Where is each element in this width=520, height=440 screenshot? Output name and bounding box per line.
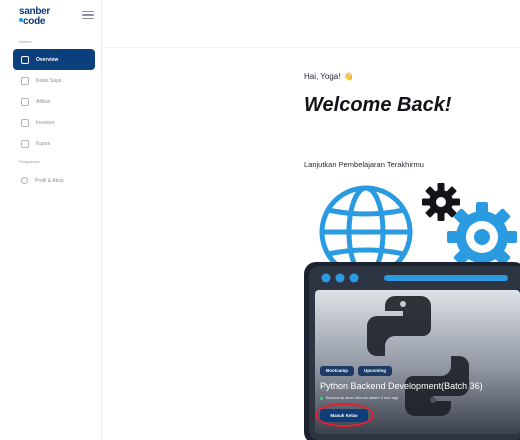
- sidebar-item-overview[interactable]: Overview: [13, 49, 95, 70]
- sidebar-item-profil-akun[interactable]: Profil & Akun: [13, 170, 95, 191]
- continue-learning-heading: Lanjutkan Pembelajaran Terakhirmu: [304, 160, 424, 169]
- sidebar-item-label: Kelas Saya: [36, 77, 62, 84]
- sidebar-item-label: Invoices: [36, 119, 55, 126]
- course-title: Python Backend Development(Batch 36): [320, 381, 483, 391]
- status-dot-icon: [320, 396, 323, 400]
- course-card[interactable]: [304, 180, 520, 440]
- sanbercode-logo[interactable]: sanber code: [19, 7, 55, 27]
- class-icon: [21, 76, 29, 85]
- sidebar-item-invoices[interactable]: Invoices: [13, 112, 95, 133]
- sidebar-section-dasbor: Dasbor: [19, 39, 32, 44]
- welcome-heading: Welcome Back!: [304, 94, 452, 116]
- logo-text-bottom: code: [23, 16, 46, 27]
- upcoming-badge: Upcoming: [358, 366, 393, 376]
- coupon-icon: [21, 139, 29, 148]
- dashboard-icon: [21, 55, 29, 64]
- sidebar-item-kelas-saya[interactable]: Kelas Saya: [13, 70, 95, 91]
- sidebar-item-label: Kupon: [36, 140, 51, 147]
- sidebar-item-label: Afiliasi: [36, 98, 51, 105]
- greeting: Hai, Yoga! 👋: [304, 72, 353, 82]
- course-start-note: Bootcamp akan dimulai dalam 3 hari lagi: [320, 395, 398, 401]
- greeting-text: Hai, Yoga!: [304, 72, 341, 81]
- hamburger-menu-icon[interactable]: [82, 11, 94, 19]
- course-illustration: [304, 183, 520, 440]
- sidebar-item-label: Profil & Akun: [35, 177, 64, 184]
- affiliate-icon: [21, 97, 29, 106]
- invoice-icon: [21, 118, 29, 127]
- user-icon: [21, 177, 28, 184]
- wave-hand-icon: 👋: [343, 72, 354, 81]
- enter-class-button[interactable]: Masuk Kelas: [320, 409, 368, 422]
- sidebar: sanber code Dasbor Overview Kelas Saya A…: [0, 0, 102, 440]
- course-badges: Bootcamp Upcoming: [320, 366, 393, 376]
- sidebar-item-afiliasi[interactable]: Afiliasi: [13, 91, 95, 112]
- blue-gear-icon: [447, 202, 517, 272]
- sidebar-item-kupon[interactable]: Kupon: [13, 133, 95, 154]
- bootcamp-badge: Bootcamp: [320, 366, 355, 376]
- sidebar-item-label: Overview: [36, 56, 59, 63]
- course-note-text: Bootcamp akan dimulai dalam 3 hari lagi: [326, 395, 399, 400]
- top-bar: [103, 0, 520, 48]
- sidebar-section-pengaturan: Pengaturan: [19, 159, 40, 164]
